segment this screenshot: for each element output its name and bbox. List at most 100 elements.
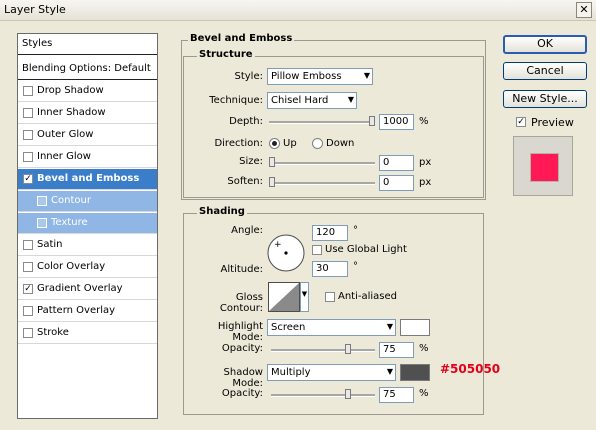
size-slider-thumb[interactable] bbox=[269, 157, 275, 167]
soften-slider-track[interactable] bbox=[269, 182, 375, 185]
global-light-checkbox[interactable] bbox=[312, 245, 322, 255]
altitude-unit: ° bbox=[353, 261, 358, 272]
shadow-mode-value: Multiply bbox=[271, 367, 311, 378]
gloss-contour-dropdown[interactable]: ▼ bbox=[300, 282, 309, 312]
highlight-opacity-thumb[interactable] bbox=[344, 344, 351, 354]
ok-button[interactable]: OK bbox=[503, 35, 587, 54]
style-item-checkbox[interactable] bbox=[23, 86, 33, 96]
soften-slider-thumb[interactable] bbox=[269, 177, 275, 187]
style-item-label: Pattern Overlay bbox=[37, 305, 116, 316]
depth-slider-track[interactable] bbox=[269, 121, 375, 124]
style-item-label: Color Overlay bbox=[37, 261, 106, 272]
direction-up-radio[interactable] bbox=[269, 138, 280, 149]
depth-slider-thumb[interactable] bbox=[369, 116, 375, 126]
svg-text:+: + bbox=[274, 240, 282, 250]
window-title: Layer Style bbox=[4, 3, 66, 16]
cancel-button[interactable]: Cancel bbox=[503, 62, 587, 80]
blending-options-item[interactable]: Blending Options: Default bbox=[18, 59, 157, 80]
angle-unit: ° bbox=[353, 225, 358, 236]
direction-up-label: Up bbox=[283, 138, 297, 149]
altitude-label: Altitude: bbox=[220, 264, 263, 275]
technique-select[interactable]: Chisel Hard ▼ bbox=[267, 92, 357, 109]
chevron-down-icon: ▼ bbox=[347, 95, 354, 104]
new-style-button[interactable]: New Style... bbox=[503, 90, 587, 108]
size-input[interactable]: 0 bbox=[379, 155, 414, 171]
highlight-color-swatch[interactable] bbox=[400, 319, 430, 336]
structure-title: Structure bbox=[197, 49, 255, 60]
highlight-mode-label: Highlight Mode: bbox=[217, 321, 263, 343]
global-light-label: Use Global Light bbox=[325, 244, 407, 255]
styles-header[interactable]: Styles bbox=[18, 34, 157, 55]
blending-options-label: Blending Options: Default bbox=[22, 63, 151, 74]
style-item-stroke[interactable]: Stroke bbox=[18, 323, 157, 344]
highlight-opacity-input[interactable]: 75 bbox=[379, 342, 414, 358]
style-item-satin[interactable]: Satin bbox=[18, 235, 157, 256]
style-item-checkbox[interactable] bbox=[37, 218, 47, 228]
preview-checkbox[interactable]: ✓ bbox=[516, 117, 526, 127]
style-item-drop-shadow[interactable]: Drop Shadow bbox=[18, 81, 157, 102]
shadow-mode-select[interactable]: Multiply ▼ bbox=[267, 364, 396, 381]
style-item-label: Contour bbox=[51, 195, 91, 206]
soften-input[interactable]: 0 bbox=[379, 175, 414, 191]
style-item-color-overlay[interactable]: Color Overlay bbox=[18, 257, 157, 278]
soften-label: Soften: bbox=[227, 176, 263, 187]
style-item-checkbox[interactable] bbox=[23, 130, 33, 140]
size-slider-track[interactable] bbox=[269, 162, 375, 165]
title-bar: Layer Style ✕ bbox=[0, 0, 596, 21]
shadow-color-swatch[interactable] bbox=[400, 364, 430, 381]
highlight-mode-select[interactable]: Screen ▼ bbox=[267, 319, 396, 336]
gloss-contour-thumbnail[interactable] bbox=[268, 282, 300, 312]
preview-swatch bbox=[530, 153, 559, 182]
style-item-checkbox[interactable] bbox=[23, 262, 33, 272]
shadow-opacity-input[interactable]: 75 bbox=[379, 387, 414, 403]
style-item-checkbox[interactable] bbox=[23, 108, 33, 118]
angle-label: Angle: bbox=[231, 225, 263, 236]
depth-input[interactable]: 1000 bbox=[379, 114, 414, 130]
style-item-inner-glow[interactable]: Inner Glow bbox=[18, 147, 157, 168]
style-item-checkbox[interactable] bbox=[23, 152, 33, 162]
shadow-opacity-track[interactable] bbox=[271, 394, 375, 397]
preview-label: Preview bbox=[531, 116, 574, 129]
technique-label: Technique: bbox=[209, 95, 263, 106]
styles-header-label: Styles bbox=[22, 38, 53, 49]
size-label: Size: bbox=[239, 156, 263, 167]
anti-aliased-checkbox[interactable] bbox=[325, 292, 335, 302]
style-select[interactable]: Pillow Emboss ▼ bbox=[267, 68, 373, 85]
style-item-label: Stroke bbox=[37, 327, 69, 338]
style-item-label: Texture bbox=[51, 217, 88, 228]
highlight-opacity-track[interactable] bbox=[271, 349, 375, 352]
style-item-outer-glow[interactable]: Outer Glow bbox=[18, 125, 157, 146]
angle-input[interactable]: 120 bbox=[312, 225, 348, 241]
style-item-pattern-overlay[interactable]: Pattern Overlay bbox=[18, 301, 157, 322]
direction-down-radio[interactable] bbox=[312, 138, 323, 149]
style-item-bevel-and-emboss[interactable]: ✓ Bevel and Emboss bbox=[18, 169, 157, 190]
style-item-inner-shadow[interactable]: Inner Shadow bbox=[18, 103, 157, 124]
style-item-checkbox[interactable]: ✓ bbox=[23, 284, 33, 294]
style-item-gradient-overlay[interactable]: ✓ Gradient Overlay bbox=[18, 279, 157, 300]
highlight-opacity-unit: % bbox=[419, 343, 429, 354]
style-item-texture[interactable]: Texture bbox=[18, 213, 157, 234]
soften-unit: px bbox=[419, 177, 432, 188]
style-item-checkbox[interactable] bbox=[37, 196, 47, 206]
highlight-mode-value: Screen bbox=[271, 322, 306, 333]
direction-label: Direction: bbox=[214, 138, 263, 149]
style-item-label: Inner Shadow bbox=[37, 107, 106, 118]
style-item-label: Inner Glow bbox=[37, 151, 91, 162]
style-item-checkbox[interactable]: ✓ bbox=[23, 174, 33, 184]
shadow-color-annotation: #505050 bbox=[440, 362, 501, 376]
style-item-label: Outer Glow bbox=[37, 129, 94, 140]
close-button[interactable]: ✕ bbox=[576, 2, 592, 18]
depth-label: Depth: bbox=[229, 116, 263, 127]
shadow-opacity-unit: % bbox=[419, 388, 429, 399]
altitude-input[interactable]: 30 bbox=[312, 261, 348, 277]
style-item-checkbox[interactable] bbox=[23, 240, 33, 250]
shadow-opacity-thumb[interactable] bbox=[344, 389, 351, 399]
angle-dial[interactable]: + bbox=[266, 233, 306, 273]
style-item-checkbox[interactable] bbox=[23, 328, 33, 338]
style-item-label: Drop Shadow bbox=[37, 85, 104, 96]
chevron-down-icon: ▼ bbox=[386, 322, 393, 331]
shadow-opacity-label: Opacity: bbox=[221, 388, 263, 399]
style-item-contour[interactable]: Contour bbox=[18, 191, 157, 212]
style-item-checkbox[interactable] bbox=[23, 306, 33, 316]
style-item-label: Gradient Overlay bbox=[37, 283, 123, 294]
